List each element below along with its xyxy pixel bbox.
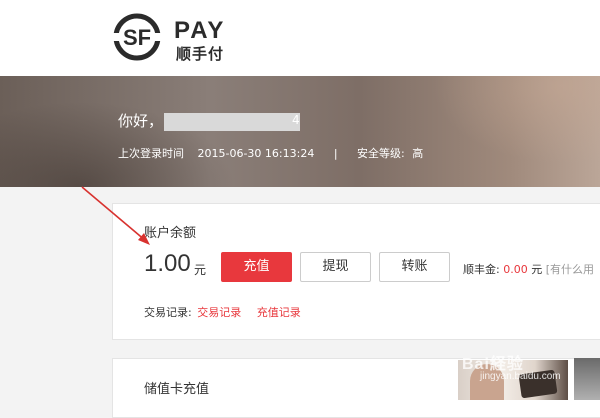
balance-title: 账户余额	[144, 226, 197, 241]
fund-unit: 元	[531, 263, 543, 276]
records-label: 交易记录:	[144, 306, 192, 319]
username-redacted	[164, 113, 300, 131]
sf-logo-mark-icon: SF	[112, 13, 162, 61]
balance-amount: 1.00	[144, 250, 191, 277]
fund-amount: 0.00	[503, 263, 528, 276]
trade-records-link[interactable]: 交易记录	[197, 306, 241, 319]
logo-cn-text: 顺手付	[176, 45, 225, 63]
baidu-watermark-url: jingyan.baidu.com	[480, 371, 561, 382]
balance-unit: 元	[194, 263, 207, 277]
last-login-info: 上次登录时间 2015-06-30 16:13:24 | 安全等级: 高	[118, 145, 423, 161]
recharge-button[interactable]: 充值	[221, 252, 292, 282]
fund-help-link[interactable]: [有什么用	[546, 263, 594, 276]
fund-label: 顺丰金:	[463, 263, 500, 276]
username-tail: 4	[292, 113, 300, 127]
withdraw-button[interactable]: 提现	[300, 252, 371, 282]
promo-side-image	[574, 358, 600, 400]
recharge-records-link[interactable]: 充值记录	[257, 306, 301, 319]
transfer-button[interactable]: 转账	[379, 252, 450, 282]
last-login-label: 上次登录时间	[118, 147, 184, 160]
sf-fund-info: 顺丰金: 0.00 元 [有什么用	[463, 261, 594, 277]
welcome-banner	[0, 76, 600, 187]
records-row: 交易记录: 交易记录 充值记录	[144, 304, 301, 320]
stored-value-card-title: 储值卡充值	[144, 382, 210, 397]
sf-pay-logo[interactable]: SF PAY 顺手付	[112, 12, 242, 63]
security-level: 高	[412, 147, 424, 160]
last-login-time: 2015-06-30 16:13:24	[197, 147, 315, 160]
header-bar: SF PAY 顺手付	[0, 0, 600, 76]
svg-text:SF: SF	[123, 25, 151, 50]
logo-pay-text: PAY	[174, 17, 226, 44]
greeting-text: 你好，	[118, 112, 164, 130]
security-label: 安全等级:	[357, 147, 405, 160]
info-separator: |	[333, 147, 338, 160]
